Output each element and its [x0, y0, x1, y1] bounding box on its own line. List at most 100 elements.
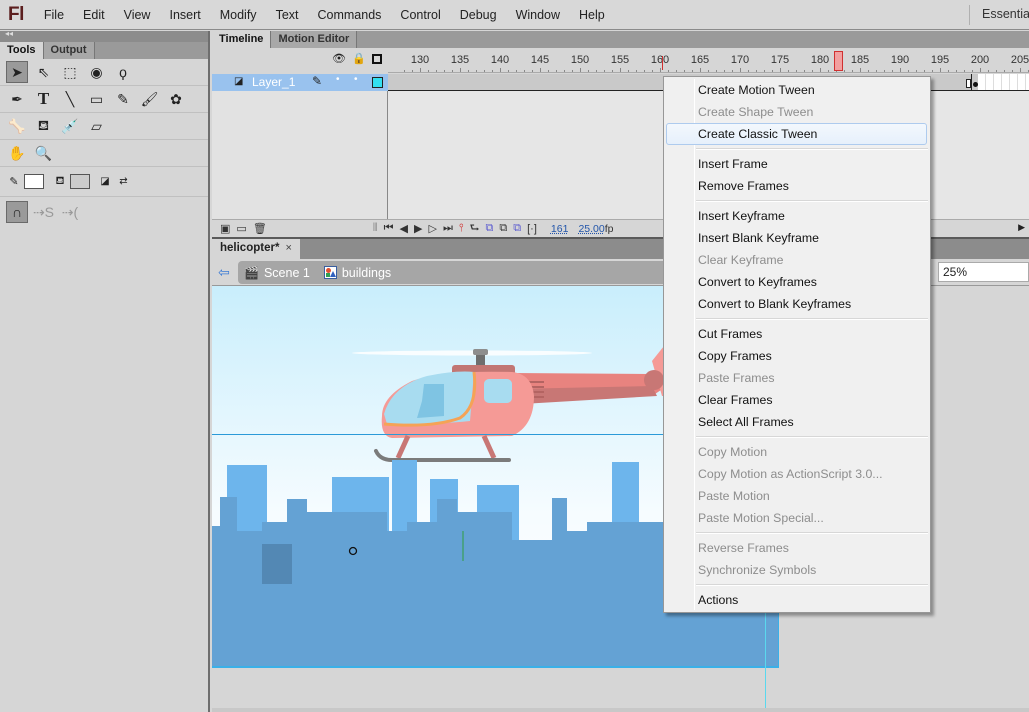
- outline-all-icon[interactable]: [372, 54, 382, 64]
- menu-control[interactable]: Control: [400, 8, 440, 22]
- line-tool-icon[interactable]: ╲: [59, 88, 81, 110]
- visibility-dot-icon[interactable]: •: [336, 74, 340, 85]
- swap-colors-icon[interactable]: ⇄: [117, 171, 131, 193]
- hand-tool-icon[interactable]: ✋: [6, 142, 28, 164]
- menu-text[interactable]: Text: [276, 8, 299, 22]
- delete-layer-icon[interactable]: 🗑: [253, 222, 267, 235]
- breadcrumb-symbol[interactable]: buildings: [323, 266, 391, 280]
- lock-all-icon[interactable]: 🔒: [352, 52, 366, 65]
- menu-item-insert-blank-keyframe[interactable]: Insert Blank Keyframe: [664, 227, 930, 249]
- subselection-tool-icon[interactable]: ⇖: [33, 61, 55, 83]
- zoom-tool-icon[interactable]: 🔍: [33, 142, 55, 164]
- workspace-switcher[interactable]: Essentials: [982, 7, 1029, 21]
- step-forward-icon[interactable]: ▷: [428, 222, 436, 235]
- onion-skin-outlines-icon[interactable]: ⧉: [499, 222, 507, 235]
- menu-item-insert-keyframe[interactable]: Insert Keyframe: [664, 205, 930, 227]
- tab-output[interactable]: Output: [43, 42, 95, 59]
- menu-item-copy-motion[interactable]: Copy Motion: [664, 441, 930, 463]
- horizontal-scrollbar[interactable]: [212, 708, 1029, 712]
- zoom-level-input[interactable]: 25%: [938, 262, 1029, 282]
- tab-timeline[interactable]: Timeline: [212, 31, 272, 48]
- frame-rate-readout[interactable]: 25.00: [578, 223, 604, 235]
- menu-item-convert-to-keyframes[interactable]: Convert to Keyframes: [664, 271, 930, 293]
- menu-debug[interactable]: Debug: [460, 8, 497, 22]
- selection-tool-icon[interactable]: ➤: [6, 61, 28, 83]
- menu-modify[interactable]: Modify: [220, 8, 257, 22]
- menu-commands[interactable]: Commands: [318, 8, 382, 22]
- step-back-icon[interactable]: ◀: [400, 222, 408, 235]
- menu-item-remove-frames[interactable]: Remove Frames: [664, 175, 930, 197]
- layer-row[interactable]: ◪ Layer_1 ✎ • •: [212, 74, 388, 91]
- center-frame-icon[interactable]: ⫯: [459, 222, 464, 235]
- eraser-tool-icon[interactable]: ▱: [86, 115, 108, 137]
- new-layer-icon[interactable]: ▣: [220, 222, 230, 235]
- last-frame-icon[interactable]: ⏭: [443, 222, 453, 235]
- pen-tool-icon[interactable]: ✒: [6, 88, 28, 110]
- layer-outline-color[interactable]: [372, 77, 383, 88]
- collapse-icon[interactable]: ◂◂: [5, 29, 13, 38]
- edit-multiple-frames-icon[interactable]: ⧉: [513, 222, 521, 235]
- layer-name[interactable]: Layer_1: [252, 75, 295, 89]
- show-hide-all-icon[interactable]: 👁: [332, 52, 346, 65]
- menu-file[interactable]: File: [44, 8, 64, 22]
- menu-edit[interactable]: Edit: [83, 8, 105, 22]
- bone-tool-icon[interactable]: 🦴: [6, 115, 28, 137]
- close-tab-icon[interactable]: ×: [285, 242, 291, 254]
- menu-help[interactable]: Help: [579, 8, 605, 22]
- breadcrumb-scene[interactable]: 🎬 Scene 1: [244, 266, 310, 280]
- menu-item-select-all-frames[interactable]: Select All Frames: [664, 411, 930, 433]
- lock-dot-icon[interactable]: •: [354, 74, 358, 85]
- 3d-rotation-tool-icon[interactable]: ◉: [86, 61, 108, 83]
- menu-item-convert-to-blank-keyframes[interactable]: Convert to Blank Keyframes: [664, 293, 930, 315]
- paint-bucket-tool-icon[interactable]: ⛾: [33, 115, 55, 137]
- smooth-icon[interactable]: ⇢S: [33, 201, 55, 223]
- menu-item-create-classic-tween[interactable]: Create Classic Tween: [666, 123, 927, 145]
- brush-tool-icon[interactable]: 🖌: [139, 88, 161, 110]
- menu-insert[interactable]: Insert: [169, 8, 200, 22]
- fill-color-swatch[interactable]: [70, 174, 90, 189]
- lasso-tool-icon[interactable]: ϙ: [112, 61, 134, 83]
- menu-item-insert-frame[interactable]: Insert Frame: [664, 153, 930, 175]
- rectangle-tool-icon[interactable]: ▭: [86, 88, 108, 110]
- new-folder-icon[interactable]: ▭: [236, 222, 246, 235]
- menu-item-create-shape-tween[interactable]: Create Shape Tween: [664, 101, 930, 123]
- playhead[interactable]: [834, 51, 843, 71]
- eyedropper-tool-icon[interactable]: 💉: [59, 115, 81, 137]
- empty-frames[interactable]: [978, 74, 1029, 90]
- modify-onion-markers-icon[interactable]: [·]: [527, 223, 537, 235]
- onion-skin-icon[interactable]: ⧉: [486, 222, 494, 235]
- frame-ruler[interactable]: 130 135 140 145 150 155 160 165 170 175 180 185 190 1…: [388, 48, 1029, 73]
- menu-item-copy-frames[interactable]: Copy Frames: [664, 345, 930, 367]
- play-icon[interactable]: ▶: [414, 222, 422, 235]
- current-frame-readout[interactable]: 161: [551, 223, 569, 235]
- menu-item-clear-frames[interactable]: Clear Frames: [664, 389, 930, 411]
- snap-to-objects-icon[interactable]: ∩: [6, 201, 28, 223]
- menu-item-copy-motion-as-actionscript-3-0[interactable]: Copy Motion as ActionScript 3.0...: [664, 463, 930, 485]
- menu-item-create-motion-tween[interactable]: Create Motion Tween: [664, 79, 930, 101]
- stroke-color-swatch[interactable]: [24, 174, 44, 189]
- back-arrow-icon[interactable]: ⇦: [218, 264, 230, 281]
- scroll-right-icon[interactable]: ▶: [1018, 222, 1025, 233]
- menu-item-paste-motion-special[interactable]: Paste Motion Special...: [664, 507, 930, 529]
- menu-window[interactable]: Window: [516, 8, 560, 22]
- pencil-tool-icon[interactable]: ✎: [112, 88, 134, 110]
- panel-collapse-bar[interactable]: ◂◂: [0, 29, 208, 42]
- black-white-icon[interactable]: ◪: [98, 171, 112, 193]
- menu-item-clear-keyframe[interactable]: Clear Keyframe: [664, 249, 930, 271]
- menu-item-paste-motion[interactable]: Paste Motion: [664, 485, 930, 507]
- resize-grip-icon[interactable]: ⦀: [373, 222, 378, 235]
- document-tab[interactable]: helicopter* ×: [212, 239, 300, 259]
- menu-item-paste-frames[interactable]: Paste Frames: [664, 367, 930, 389]
- text-tool-icon[interactable]: T: [33, 88, 55, 110]
- loop-icon[interactable]: ⮑: [470, 219, 480, 238]
- menu-item-actions[interactable]: Actions: [664, 589, 930, 611]
- free-transform-tool-icon[interactable]: ⬚: [59, 61, 81, 83]
- menu-view[interactable]: View: [124, 8, 151, 22]
- first-frame-icon[interactable]: ⏮: [384, 222, 394, 235]
- menu-item-synchronize-symbols[interactable]: Synchronize Symbols: [664, 559, 930, 581]
- straighten-icon[interactable]: ⇢(: [59, 201, 81, 223]
- deco-tool-icon[interactable]: ✿: [165, 88, 187, 110]
- menu-item-reverse-frames[interactable]: Reverse Frames: [664, 537, 930, 559]
- tab-tools[interactable]: Tools: [0, 42, 44, 59]
- tab-motion-editor[interactable]: Motion Editor: [271, 31, 358, 48]
